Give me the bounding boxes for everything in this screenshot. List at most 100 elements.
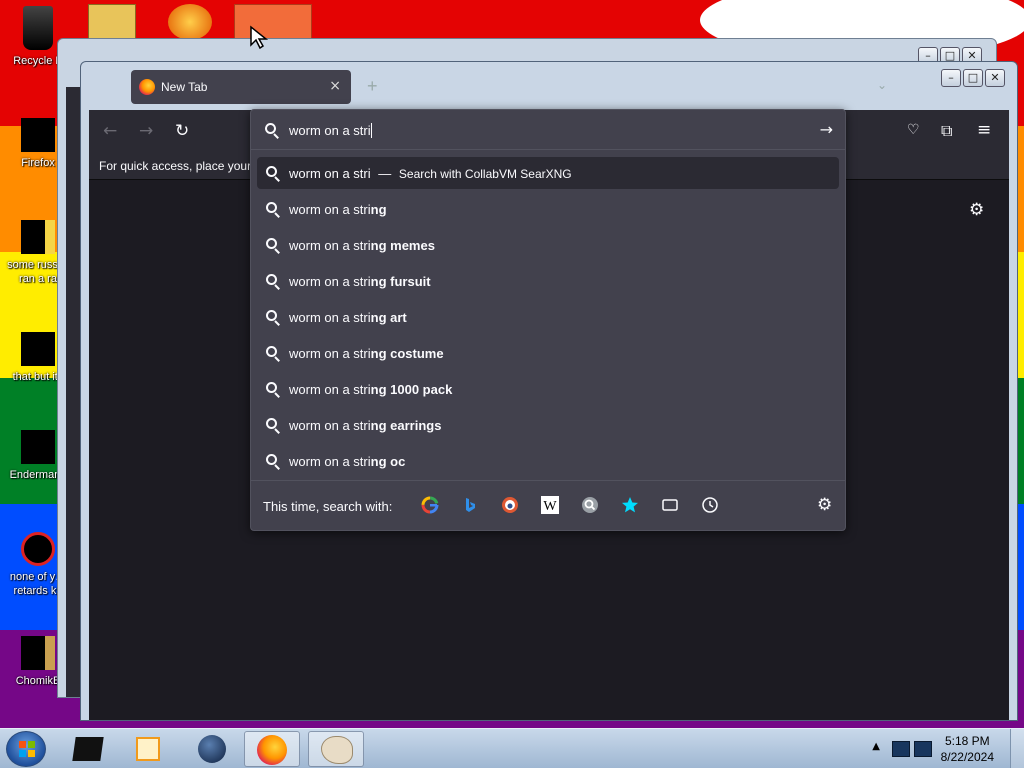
suggestion-row[interactable]: worm on a string memes <box>257 229 839 261</box>
clock-date: 8/22/2024 <box>940 750 994 764</box>
suggestion-typed: worm on a stri <box>289 382 371 397</box>
folder-icon <box>21 332 55 366</box>
pocket-icon[interactable]: ♡ <box>907 122 920 138</box>
search-icon <box>266 418 280 434</box>
tab-new-tab[interactable]: New Tab × <box>131 70 351 104</box>
app-icon <box>72 737 104 761</box>
close-tab-icon[interactable]: × <box>329 78 341 94</box>
mouse-cursor-icon <box>249 25 269 54</box>
search-settings-gear-icon[interactable]: ⚙ <box>817 495 835 515</box>
suggestion-completion: ng fursuit <box>370 274 431 289</box>
bookmarks-hint: For quick access, place your b <box>99 159 262 173</box>
heuristic-action: Search with CollabVM SearXNG <box>398 167 572 181</box>
urlbar-popup: worm on a stri → worm on a stri — Search… <box>250 109 846 531</box>
suggestion-row[interactable]: worm on a string art <box>257 301 839 333</box>
paint-icon <box>321 736 353 764</box>
search-icon <box>266 274 280 290</box>
duckduckgo-icon[interactable] <box>501 496 519 514</box>
show-desktop-button[interactable] <box>1010 729 1024 768</box>
firefox-icon <box>21 118 55 152</box>
search-icon <box>266 166 280 182</box>
searxng-icon[interactable] <box>581 496 599 514</box>
go-arrow-icon[interactable]: → <box>820 120 833 139</box>
urlbar-input-text[interactable]: worm on a stri <box>289 123 372 138</box>
heuristic-query: worm on a stri <box>289 166 371 181</box>
suggestion-row[interactable]: worm on a string fursuit <box>257 265 839 297</box>
menu-icon[interactable]: ≡ <box>977 120 991 140</box>
suggestion-typed: worm on a stri <box>289 418 371 433</box>
suggestion-row[interactable]: worm on a string oc <box>257 445 839 477</box>
media-player-icon <box>136 737 160 761</box>
suggestion-typed: worm on a stri <box>289 202 371 217</box>
app-icon <box>21 532 55 566</box>
one-off-label: This time, search with: <box>263 499 393 514</box>
suggestion-row[interactable]: worm on a string 1000 pack <box>257 373 839 405</box>
windows-logo-icon <box>19 741 35 757</box>
tab-strip: New Tab × + ⌄ <box>81 62 1017 110</box>
suggestion-completion: ng costume <box>370 346 444 361</box>
suggestion-row[interactable]: worm on a string earrings <box>257 409 839 441</box>
app-icon <box>21 430 55 464</box>
suggestion-typed: worm on a stri <box>289 454 371 469</box>
one-off-search-footer: This time, search with: W ⚙ <box>251 480 845 530</box>
suggestion-typed: worm on a stri <box>289 274 371 289</box>
firefox-icon <box>257 735 287 765</box>
recycle-bin-icon <box>23 6 53 50</box>
taskbar-item-globe[interactable] <box>184 731 240 767</box>
globe-icon <box>198 735 226 763</box>
clock-time: 5:18 PM <box>944 734 990 748</box>
taskbar-item-app[interactable] <box>60 731 116 767</box>
start-button[interactable] <box>6 731 46 767</box>
document-icon <box>21 220 55 254</box>
suggestion-completion: ng 1000 pack <box>370 382 453 397</box>
desktop-shortcut-icon[interactable] <box>88 4 136 40</box>
search-icon <box>266 202 280 218</box>
bookmarks-icon[interactable] <box>621 496 639 514</box>
bing-icon[interactable] <box>461 496 479 514</box>
newtab-settings-gear-icon[interactable]: ⚙ <box>969 200 984 220</box>
tab-title: New Tab <box>161 80 208 94</box>
reload-button[interactable]: ↻ <box>175 121 189 141</box>
list-all-tabs-icon[interactable]: ⌄ <box>877 78 887 92</box>
tabs-icon[interactable] <box>661 496 679 514</box>
forward-button[interactable]: → <box>139 121 153 141</box>
taskbar-item-paint[interactable] <box>308 731 364 767</box>
suggestion-completion: ng <box>370 202 387 217</box>
taskbar-item-media-player[interactable] <box>120 731 176 767</box>
suggestion-typed: worm on a stri <box>289 238 371 253</box>
new-tab-button[interactable]: + <box>367 76 378 97</box>
urlbar-input[interactable]: worm on a stri → <box>251 110 845 150</box>
suggestion-completion: ng art <box>370 310 407 325</box>
search-icon <box>265 123 279 139</box>
back-button[interactable]: ← <box>103 121 117 141</box>
extensions-icon[interactable]: ⧉ <box>941 121 952 141</box>
search-icon <box>266 310 280 326</box>
taskbar: ▲ 5:18 PM 8/22/2024 <box>0 728 1024 768</box>
search-icon <box>266 346 280 362</box>
suggestion-completion: ng earrings <box>370 418 442 433</box>
suggestion-completion: ng memes <box>370 238 435 253</box>
taskbar-clock[interactable]: 5:18 PM 8/22/2024 <box>941 733 994 765</box>
show-hidden-icons[interactable]: ▲ <box>872 741 880 752</box>
google-icon[interactable] <box>421 496 439 514</box>
heuristic-separator: — <box>378 166 392 181</box>
suggestion-row[interactable]: worm on a string costume <box>257 337 839 369</box>
taskbar-item-firefox[interactable] <box>244 731 300 767</box>
history-icon[interactable] <box>701 496 719 514</box>
volume-icon[interactable] <box>914 741 932 757</box>
network-icon[interactable] <box>892 741 910 757</box>
firefox-icon <box>139 79 155 95</box>
suggestion-completion: ng oc <box>370 454 406 469</box>
search-icon <box>266 382 280 398</box>
suggestion-typed: worm on a stri <box>289 346 371 361</box>
wikipedia-icon[interactable]: W <box>541 496 559 514</box>
heuristic-result[interactable]: worm on a stri — Search with CollabVM Se… <box>257 157 839 189</box>
svg-text:W: W <box>543 499 557 514</box>
suggestion-typed: worm on a stri <box>289 310 371 325</box>
desktop-shortcut-icon[interactable] <box>234 4 312 40</box>
search-icon <box>266 238 280 254</box>
search-icon <box>266 454 280 470</box>
desktop-shortcut-icon[interactable] <box>168 4 212 40</box>
suggestion-row[interactable]: worm on a string <box>257 193 839 225</box>
system-tray <box>892 739 936 759</box>
